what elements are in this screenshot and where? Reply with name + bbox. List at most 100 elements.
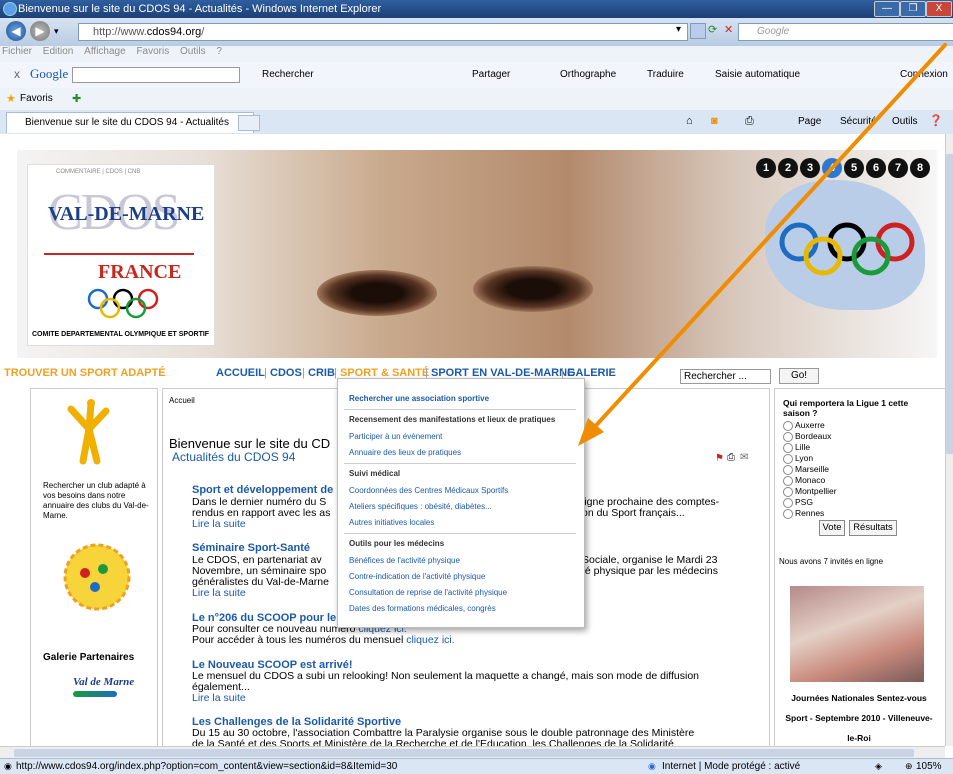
add-favorite-icon[interactable]: ✚ [72,92,81,105]
menu-fichier[interactable]: Fichier [2,46,32,57]
print-page-icon[interactable]: ⎙ [727,452,735,463]
menu-bar: Fichier Edition Affichage Favoris Outils… [0,46,953,62]
vertical-scroll-thumb[interactable] [946,154,953,454]
article-title[interactable]: Sport et développement de [192,484,333,496]
browser-tab[interactable]: Bienvenue sur le site du CDOS 94 - Actua… [6,112,254,133]
search-box[interactable]: Google [738,23,953,41]
menu-affichage[interactable]: Affichage [84,46,126,57]
sport-sun-logo-icon[interactable] [59,539,135,615]
outils-menu[interactable]: Outils [892,116,918,127]
partager-button[interactable]: Partager [472,69,510,80]
menu-ateliers-specifiques[interactable]: Ateliers spécifiques : obésité, diabètes… [349,502,492,511]
event-photo[interactable] [790,586,924,682]
slide-button-1[interactable]: 1 [756,158,776,178]
poll-option[interactable]: Lyon [783,453,813,464]
security-settings-icon[interactable]: ◈ [875,761,882,772]
breadcrumb[interactable]: Accueil [169,396,195,405]
club-search-text[interactable]: Rechercher un club adapté à vos besoins … [43,481,149,521]
poll-option[interactable]: Lille [783,442,810,453]
refresh-icon[interactable]: ⟳ [708,23,722,37]
zoom-icon[interactable]: ⊕ [905,761,913,772]
maximize-button[interactable]: ❐ [900,1,926,17]
horizontal-scroll-thumb[interactable] [14,749,914,757]
nav-crib[interactable]: CRIB [308,367,335,379]
vdm-partner-logo[interactable]: Val de Marne [73,676,134,688]
rechercher-button[interactable]: Rechercher [262,69,314,80]
minimize-button[interactable]: — [874,1,900,17]
nav-accueil[interactable]: ACCUEIL [216,367,265,379]
slide-button-8[interactable]: 8 [910,158,930,178]
menu-outils[interactable]: Outils [180,46,206,57]
nav-trouver-sport[interactable]: TROUVER UN SPORT ADAPTÉ [4,367,166,379]
resultats-button[interactable]: Résultats [849,520,897,536]
poll-option[interactable]: Auxerre [783,420,825,431]
poll-option[interactable]: Marseille [783,464,829,475]
forward-button[interactable]: ▶ [30,21,50,41]
toolbar-close-button[interactable]: x [14,67,20,81]
saisie-auto-button[interactable]: Saisie automatique [715,69,800,80]
securite-menu[interactable]: Sécurité [840,116,877,127]
radio-icon [783,508,793,519]
menu-benefices[interactable]: Bénéfices de l'activité physique [349,556,460,565]
read-more-link[interactable]: Lire la suite [192,692,246,704]
rss-icon[interactable]: ◙ [711,115,718,127]
page-subtitle: Actualités du CDOS 94 [172,450,296,464]
menu-edition[interactable]: Edition [43,46,74,57]
compat-view-icon[interactable] [690,23,706,39]
connexion-button[interactable]: Connexion [900,69,948,80]
poll-option[interactable]: Montpellier [783,486,837,497]
google-search-input[interactable] [72,67,240,83]
url-field[interactable]: http://www.cdos94.org/ [78,23,688,41]
favorites-button[interactable]: Favoris [20,93,53,104]
vote-button[interactable]: Vote [819,520,845,536]
home-icon[interactable]: ⌂ [686,115,693,127]
poll-option[interactable]: Monaco [783,475,825,486]
new-tab-button[interactable] [238,115,260,131]
poll-option[interactable]: PSG [783,497,813,508]
history-dropdown-icon[interactable]: ▾ [54,26,59,37]
slide-button-7[interactable]: 7 [888,158,908,178]
nav-cdos[interactable]: CDOS [270,367,302,379]
menu-favoris[interactable]: Favoris [136,46,169,57]
slide-button-6[interactable]: 6 [866,158,886,178]
site-search-go-button[interactable]: Go! [779,368,819,384]
gymnast-logo-icon[interactable] [61,399,121,469]
menu-dates-formations[interactable]: Dates des formations médicales, congrès [349,604,496,613]
site-search-input[interactable]: Rechercher ... [680,369,771,384]
orthographe-button[interactable]: Orthographe [560,69,616,80]
menu-rechercher-association[interactable]: Rechercher une association sportive [349,394,489,403]
read-more-link[interactable]: Lire la suite [192,587,246,599]
back-button[interactable]: ◀ [6,21,26,41]
menu-consultation-reprise[interactable]: Consultation de reprise de l'activité ph… [349,588,507,597]
cliquez-ici-link[interactable]: cliquez ici. [406,634,454,646]
slide-button-2[interactable]: 2 [778,158,798,178]
read-more-link[interactable]: Lire la suite [192,518,246,530]
slide-button-5[interactable]: 5 [844,158,864,178]
vdm-logo-swoosh [73,691,117,697]
help-icon[interactable]: ❓ [929,114,943,127]
article-title[interactable]: Séminaire Sport-Santé [192,542,310,554]
slide-button-4[interactable]: 4 [822,158,842,178]
menu-help[interactable]: ? [216,46,222,57]
print-icon[interactable]: ⎙ [745,115,754,128]
menu-autres-initiatives[interactable]: Autres initiatives locales [349,518,434,527]
page-menu[interactable]: Page [798,116,821,127]
close-button[interactable]: X [926,1,952,17]
pdf-icon[interactable]: ⚑ [715,453,724,464]
menu-contre-indication[interactable]: Contre-indication de l'activité physique [349,572,485,581]
poll-option[interactable]: Bordeaux [783,431,831,442]
menu-centres-medicaux[interactable]: Coordonnées des Centres Médicaux Sportif… [349,486,508,495]
poll-option[interactable]: Rennes [783,508,824,519]
status-zone[interactable]: Internet | Mode protégé : activé [662,761,800,772]
zoom-level[interactable]: 105% [916,761,942,772]
email-icon[interactable]: ✉ [740,452,748,463]
menu-annuaire-lieux[interactable]: Annuaire des lieux de pratiques [349,448,461,457]
slide-button-3[interactable]: 3 [800,158,820,178]
tab-bar: Bienvenue sur le site du CDOS 94 - Actua… [0,110,953,135]
vertical-scrollbar[interactable] [945,134,953,746]
traduire-button[interactable]: Traduire [647,69,684,80]
stop-icon[interactable]: ✕ [724,23,738,37]
menu-participer-evenement[interactable]: Participer à un évènement [349,432,442,441]
address-dropdown-icon[interactable]: ▾ [676,24,681,35]
google-brand: Google [30,66,69,81]
